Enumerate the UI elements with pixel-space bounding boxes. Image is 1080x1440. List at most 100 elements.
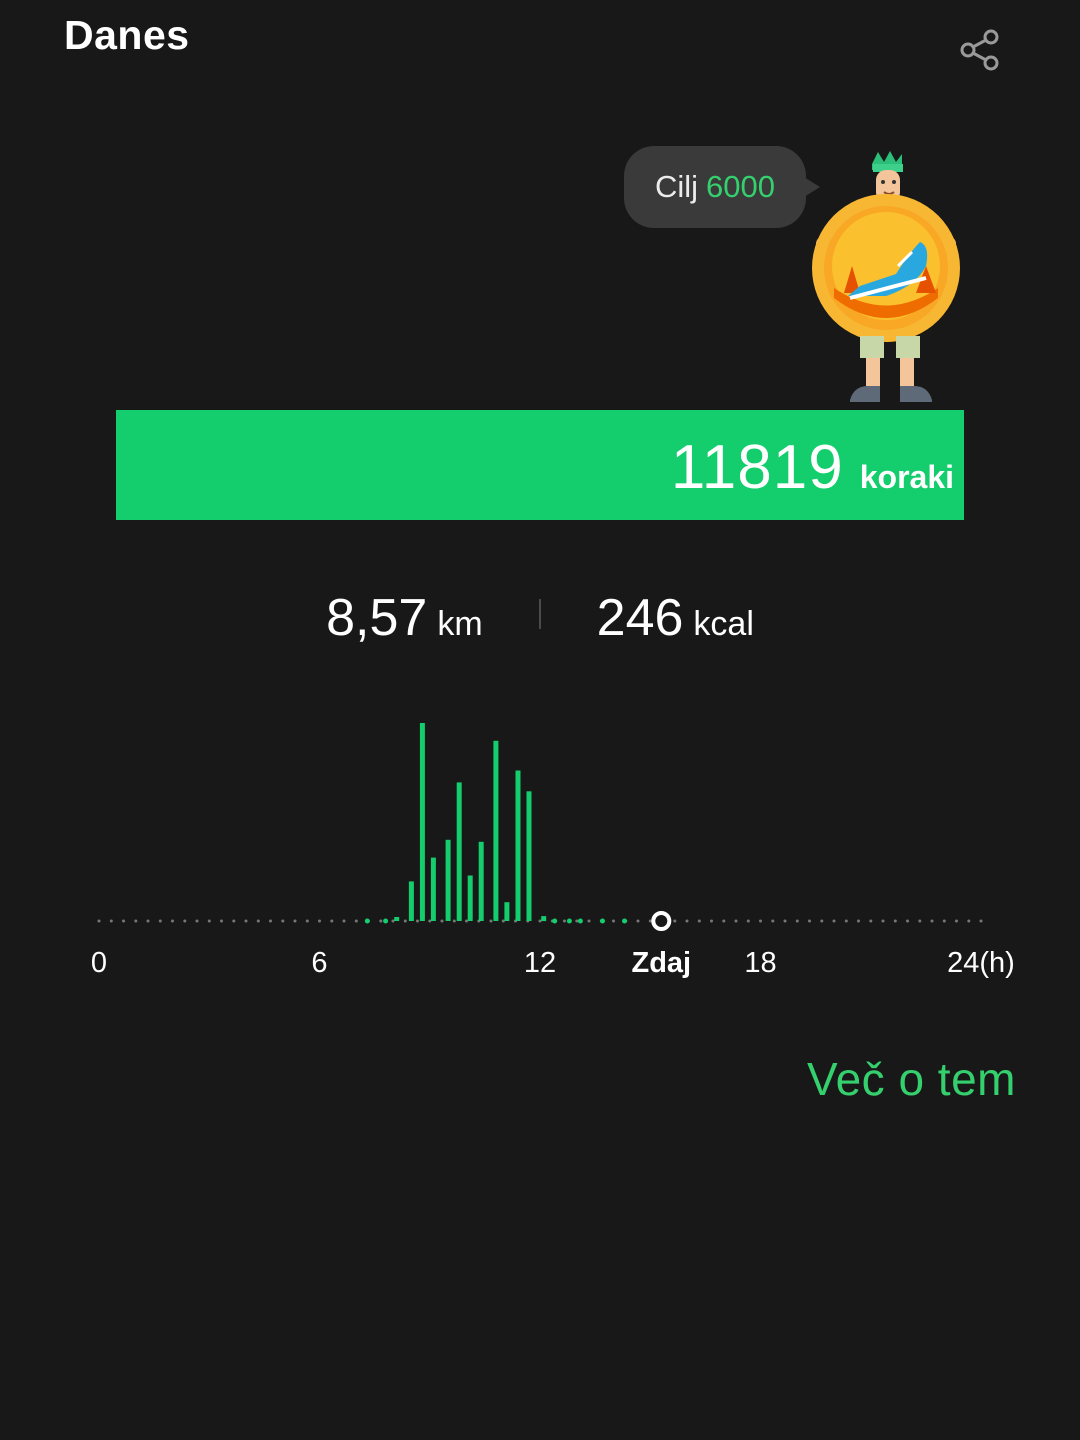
step-count-unit: koraki bbox=[859, 459, 954, 495]
chart-dot bbox=[893, 919, 897, 923]
chart-dot bbox=[673, 919, 677, 923]
chart-bar bbox=[552, 918, 558, 924]
chart-dot bbox=[195, 919, 199, 923]
chart-dot bbox=[501, 919, 505, 923]
chart-bar bbox=[394, 917, 400, 921]
chart-dot bbox=[612, 919, 615, 923]
chart-dot bbox=[379, 919, 383, 923]
chart-bar bbox=[478, 841, 484, 921]
chart-dot bbox=[955, 919, 958, 923]
chart-dot bbox=[465, 919, 468, 923]
chart-dot bbox=[746, 919, 750, 923]
chart-dot bbox=[844, 919, 848, 923]
chart-dot bbox=[967, 919, 971, 923]
x-tick-label: 6 bbox=[311, 947, 327, 979]
step-count-value: 11819 bbox=[670, 433, 844, 502]
chart-dot bbox=[305, 919, 309, 923]
more-link[interactable]: Več o tem bbox=[807, 1052, 1016, 1106]
distance-stat: 8,57 km bbox=[326, 588, 483, 648]
chart-bar bbox=[577, 918, 583, 924]
calories-unit: kcal bbox=[693, 605, 754, 643]
chart-dot bbox=[244, 919, 248, 923]
chart-dot bbox=[906, 919, 909, 923]
chart-dot bbox=[832, 919, 836, 923]
chart-dot bbox=[109, 919, 113, 923]
chart-dot bbox=[489, 919, 493, 923]
chart-bar bbox=[445, 839, 451, 921]
chart-dot bbox=[183, 919, 187, 923]
chart-dot bbox=[563, 919, 566, 923]
now-tick-label: Zdaj bbox=[631, 947, 691, 979]
chart-dot bbox=[795, 919, 799, 923]
chart-dot bbox=[146, 919, 150, 923]
chart-dot bbox=[391, 919, 395, 923]
chart-dot bbox=[930, 919, 934, 923]
chart-dot bbox=[636, 919, 640, 923]
x-tick-label: 24(h) bbox=[947, 947, 1015, 979]
chart-dot bbox=[710, 919, 713, 923]
hourly-steps-chart: 0 6 12 Zdaj 18 24(h) bbox=[91, 723, 1015, 979]
chart-bar bbox=[515, 770, 521, 921]
chart-dot bbox=[771, 919, 775, 923]
chart-dot bbox=[685, 919, 689, 923]
chart-dot bbox=[869, 919, 873, 923]
chart-dot bbox=[232, 919, 236, 923]
share-icon[interactable] bbox=[956, 26, 1004, 74]
mascot-illustration bbox=[812, 151, 960, 402]
x-tick-label: 12 bbox=[524, 947, 556, 979]
goal-bubble: Cilj 6000 bbox=[624, 146, 806, 228]
chart-bar bbox=[364, 918, 370, 924]
chart-dot bbox=[808, 919, 811, 923]
chart-dot bbox=[134, 919, 138, 923]
chart-dot bbox=[158, 919, 162, 923]
chart-dot bbox=[281, 919, 285, 923]
now-marker bbox=[651, 911, 672, 931]
chart-dot bbox=[857, 919, 860, 923]
chart-dot bbox=[256, 919, 260, 923]
chart-dot bbox=[881, 919, 885, 923]
calories-stat: 246 kcal bbox=[597, 588, 754, 648]
goal-label: Cilj bbox=[654, 169, 699, 204]
chart-bar bbox=[383, 918, 389, 924]
page-title: Danes bbox=[64, 12, 190, 58]
chart-dot bbox=[452, 919, 456, 923]
goal-value: 6000 bbox=[706, 169, 776, 204]
chart-dot bbox=[587, 919, 591, 923]
chart-bar bbox=[526, 791, 532, 921]
chart-dot bbox=[354, 919, 358, 923]
chart-dot bbox=[416, 919, 419, 923]
chart-dot bbox=[734, 919, 738, 923]
chart-dot bbox=[979, 919, 983, 923]
chart-dot bbox=[538, 919, 542, 923]
chart-bar bbox=[541, 916, 547, 922]
chart-dot bbox=[318, 919, 321, 923]
x-tick-label: 0 bbox=[91, 947, 107, 979]
distance-unit: km bbox=[437, 605, 483, 643]
chart-dot bbox=[697, 919, 701, 923]
chart-dot bbox=[330, 919, 334, 923]
calories-value: 246 bbox=[596, 589, 684, 647]
chart-dot bbox=[269, 919, 272, 923]
chart-dot bbox=[783, 919, 787, 923]
chart-dot bbox=[122, 919, 125, 923]
chart-dot bbox=[918, 919, 922, 923]
chart-dot bbox=[942, 919, 946, 923]
chart-dot bbox=[428, 919, 432, 923]
chart-bar bbox=[430, 857, 436, 921]
chart-dot bbox=[820, 919, 824, 923]
chart-dot bbox=[342, 919, 346, 923]
chart-bar bbox=[467, 875, 473, 921]
chart-dot bbox=[403, 919, 407, 923]
distance-value: 8,57 bbox=[326, 589, 428, 647]
chart-bar bbox=[600, 918, 605, 924]
chart-bar bbox=[419, 723, 425, 921]
stats-row: 8,57 km 246 kcal bbox=[0, 588, 1080, 648]
chart-dot bbox=[97, 919, 101, 923]
x-tick-label: 18 bbox=[744, 947, 776, 979]
chart-bar bbox=[622, 918, 627, 924]
chart-dot bbox=[293, 919, 297, 923]
chart-bar bbox=[504, 902, 510, 921]
chart-dot bbox=[220, 919, 223, 923]
stats-divider bbox=[538, 599, 541, 629]
chart-bar bbox=[456, 782, 462, 921]
